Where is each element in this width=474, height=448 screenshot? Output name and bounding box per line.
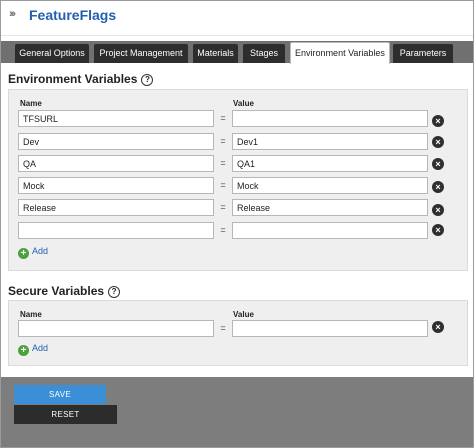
tab-project-management[interactable]: Project Management — [94, 44, 188, 63]
delete-icon[interactable]: × — [432, 136, 444, 148]
env-name-field[interactable] — [18, 199, 214, 216]
page-frame: ››› FeatureFlags General Options Project… — [0, 0, 474, 448]
equals-sign: = — [220, 202, 226, 212]
help-icon[interactable]: ? — [141, 74, 154, 86]
name-column-header: Name — [20, 310, 42, 319]
value-column-header: Value — [233, 310, 254, 319]
page-header: ››› FeatureFlags — [1, 1, 473, 36]
tab-materials[interactable]: Materials — [193, 44, 238, 63]
env-value-field[interactable] — [232, 177, 428, 194]
delete-icon[interactable]: × — [432, 115, 444, 127]
add-icon: + — [18, 345, 29, 356]
tab-environment-variables[interactable]: Environment Variables — [290, 42, 390, 64]
delete-icon[interactable]: × — [432, 321, 444, 333]
page-title: FeatureFlags — [29, 7, 117, 23]
add-label: Add — [32, 343, 49, 353]
equals-sign: = — [220, 323, 226, 333]
delete-icon[interactable]: × — [432, 181, 444, 193]
environment-variables-heading: Environment Variables? — [8, 72, 154, 86]
delete-icon[interactable]: × — [432, 204, 444, 216]
secure-variables-title: Secure Variables — [8, 284, 105, 298]
equals-sign: = — [220, 225, 226, 235]
chevrons-icon: ››› — [9, 8, 16, 20]
secure-variables-heading: Secure Variables? — [8, 284, 121, 298]
secure-value-field[interactable] — [232, 320, 428, 337]
add-icon: + — [18, 248, 29, 259]
env-name-field[interactable] — [18, 177, 214, 194]
env-value-field[interactable] — [232, 222, 428, 239]
env-value-field[interactable] — [232, 155, 428, 172]
equals-sign: = — [220, 113, 226, 123]
equals-sign: = — [220, 158, 226, 168]
add-secure-variable-link[interactable]: + Add — [18, 343, 48, 356]
env-name-field[interactable] — [18, 222, 214, 239]
reset-button[interactable]: RESET — [14, 405, 117, 424]
env-name-field[interactable] — [18, 155, 214, 172]
add-label: Add — [32, 246, 49, 256]
delete-icon[interactable]: × — [432, 224, 444, 236]
secure-name-field[interactable] — [18, 320, 214, 337]
tab-general-options[interactable]: General Options — [15, 44, 89, 63]
env-value-field[interactable] — [232, 199, 428, 216]
environment-variables-title: Environment Variables — [8, 72, 138, 86]
value-column-header: Value — [233, 99, 254, 108]
name-column-header: Name — [20, 99, 42, 108]
equals-sign: = — [220, 136, 226, 146]
env-name-field[interactable] — [18, 133, 214, 150]
tab-stages[interactable]: Stages — [243, 44, 285, 63]
save-button[interactable]: SAVE — [14, 385, 106, 404]
env-name-field[interactable] — [18, 110, 214, 127]
help-icon[interactable]: ? — [108, 286, 121, 298]
add-environment-variable-link[interactable]: + Add — [18, 246, 48, 259]
env-value-field[interactable] — [232, 133, 428, 150]
delete-icon[interactable]: × — [432, 158, 444, 170]
env-value-field[interactable] — [232, 110, 428, 127]
equals-sign: = — [220, 180, 226, 190]
tab-parameters[interactable]: Parameters — [393, 44, 453, 63]
